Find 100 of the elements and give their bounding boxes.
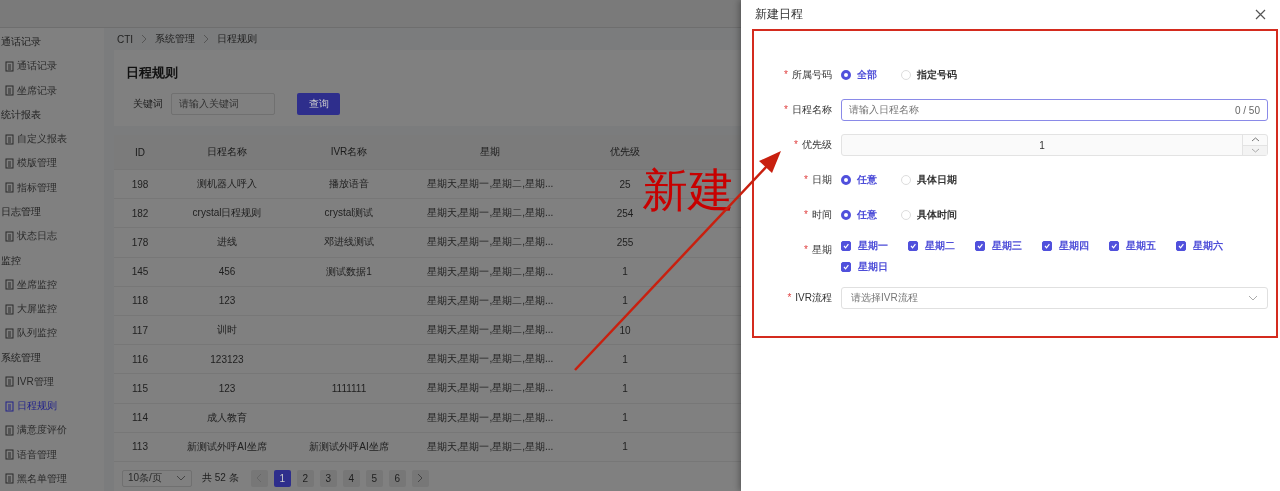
sidebar-item[interactable]: 坐席监控 [0, 272, 104, 297]
sidebar-item[interactable]: 满意度评价 [0, 418, 104, 443]
form-label: * 日程名称 [783, 103, 833, 117]
sidebar-item[interactable]: 队列监控 [0, 321, 104, 346]
chevron-up-icon [1250, 136, 1260, 144]
table-cell-text: 114 [131, 412, 149, 424]
document-icon [5, 133, 14, 145]
chevron-right-icon [416, 473, 425, 484]
checkbox-option[interactable]: 星期一 [841, 239, 902, 253]
table-cell-text: 进线 [216, 235, 238, 250]
sidebar-item[interactable]: 模版管理 [0, 151, 104, 176]
sidebar-item[interactable]: IVR管理 [0, 369, 104, 394]
next-page-button[interactable] [411, 469, 429, 487]
document-icon [5, 60, 14, 72]
table-cell-text: 182 [130, 207, 150, 219]
page-button[interactable]: 5 [365, 469, 383, 487]
table-cell-text: 新测试外呼AI坐席 [308, 439, 390, 454]
radio-button[interactable] [841, 175, 851, 185]
table-cell-text: 新测试外呼AI坐席 [186, 439, 268, 454]
sidebar-item[interactable]: 指标管理 [0, 175, 104, 200]
table-cell-text: 115 [131, 382, 149, 394]
checkbox-option[interactable]: 星期五 [1109, 239, 1170, 253]
table-cell-text: 123123 [209, 353, 245, 365]
page-button[interactable]: 1 [273, 469, 291, 487]
table-cell-text: 116 [131, 353, 149, 365]
breadcrumb-item[interactable]: CTI [117, 33, 134, 45]
table-cell-text: 145 [130, 266, 150, 278]
document-icon [5, 303, 14, 315]
checkbox-option[interactable]: 星期三 [975, 239, 1036, 253]
document-icon [5, 449, 14, 461]
sidebar-item[interactable]: 黑名单管理 [0, 466, 104, 491]
checkbox-option[interactable]: 星期日 [841, 260, 902, 274]
character-counter: 0 / 50 [1234, 104, 1260, 116]
chevron-down-icon [176, 474, 186, 483]
table-cell-text: 1 [621, 353, 629, 365]
table-cell-text: 1 [621, 295, 629, 307]
radio-button[interactable] [841, 70, 851, 80]
sidebar-group-label: 系统管理 [0, 350, 42, 365]
sidebar-group-label: 通话记录 [0, 35, 42, 50]
sidebar-item[interactable]: 日程规则 [0, 394, 104, 419]
column-header: 日程名称 [206, 145, 248, 159]
table-cell-text: 178 [130, 236, 150, 248]
radio-option[interactable]: 全部 [841, 68, 877, 82]
checkbox[interactable] [1109, 241, 1119, 251]
sidebar-item[interactable]: 自定义报表 [0, 127, 104, 152]
page-button[interactable]: 3 [319, 469, 337, 487]
sidebar-group-label: 统计报表 [0, 107, 42, 122]
query-button[interactable]: 查询 [297, 93, 340, 115]
form-label: * 星期 [803, 243, 833, 257]
radio-option[interactable]: 具体时间 [901, 208, 957, 222]
checkbox[interactable] [841, 262, 851, 272]
table-cell-text: 1 [621, 382, 629, 394]
checkbox-option[interactable]: 星期四 [1042, 239, 1103, 253]
table-cell-text: 测机器人呼入 [196, 177, 258, 192]
required-mark: * [804, 174, 808, 185]
page-button[interactable]: 6 [388, 469, 406, 487]
checkbox[interactable] [908, 241, 918, 251]
sidebar-item[interactable]: 大屏监控 [0, 296, 104, 322]
required-mark: * [784, 104, 788, 115]
checkbox[interactable] [841, 241, 851, 251]
checkbox-option[interactable]: 星期六 [1176, 239, 1237, 253]
table-cell-text: 254 [615, 207, 635, 219]
sidebar-item[interactable]: 通话记录 [0, 54, 104, 79]
form-label: * 时间 [803, 208, 833, 222]
checkbox[interactable] [975, 241, 985, 251]
chevron-down-icon [1248, 294, 1258, 302]
column-header: IVR名称 [329, 145, 369, 159]
total-count: 共 52 条 [202, 471, 239, 486]
checkbox[interactable] [1176, 241, 1186, 251]
drawer-title: 新建日程 [755, 6, 803, 23]
radio-option[interactable]: 任意 [841, 173, 877, 187]
checkbox-option[interactable]: 星期二 [908, 239, 969, 253]
page-size-select[interactable]: 10条/页 [122, 469, 192, 487]
sidebar-item[interactable]: 语音管理 [0, 442, 104, 467]
table-cell-text: 播放语音 [328, 177, 370, 192]
form-label: * 日期 [803, 173, 833, 187]
breadcrumb-item[interactable]: 日程规则 [217, 32, 258, 46]
annotation-text: 新建 [642, 168, 734, 214]
close-button[interactable] [1255, 9, 1266, 20]
table-cell-text: 25 [618, 178, 632, 190]
breadcrumb-item[interactable]: 系统管理 [155, 32, 196, 46]
sidebar-item[interactable]: 坐席记录 [0, 78, 104, 103]
close-icon [1255, 9, 1266, 20]
page-button[interactable]: 2 [296, 469, 314, 487]
radio-option[interactable]: 指定号码 [901, 68, 957, 82]
name-input-field[interactable]: 请输入日程名称 0 / 50 [841, 99, 1268, 121]
keyword-field[interactable]: 请输入关键词 [171, 93, 275, 115]
page-button[interactable]: 4 [342, 469, 360, 487]
sidebar-item[interactable]: 状态日志 [0, 224, 104, 249]
table-cell-text: 1 [621, 441, 629, 453]
document-icon [5, 157, 14, 169]
radio-button[interactable] [841, 210, 851, 220]
radio-option[interactable]: 具体日期 [901, 173, 957, 187]
table-cell-text: 117 [131, 324, 149, 336]
ivr-flow-select[interactable]: 请选择IVR流程 [841, 287, 1268, 309]
required-mark: * [784, 69, 788, 80]
radio-option[interactable]: 任意 [841, 208, 877, 222]
table-cell-text: 1111111 [330, 382, 368, 394]
sidebar-group-label: 监控 [0, 253, 22, 268]
checkbox[interactable] [1042, 241, 1052, 251]
